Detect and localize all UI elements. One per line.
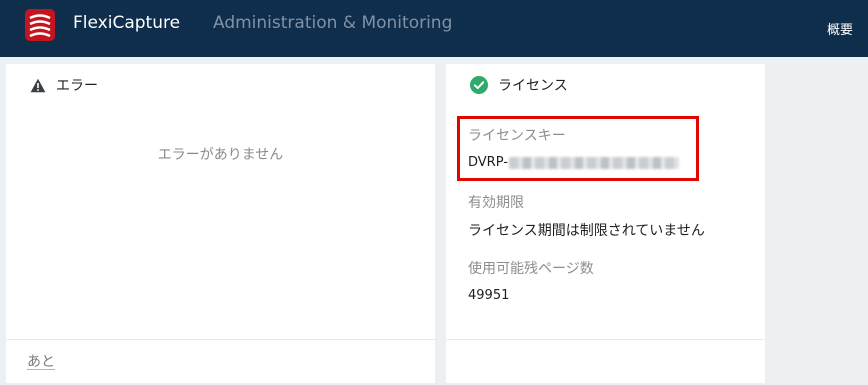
brand-name[interactable]: FlexiCapture (73, 13, 180, 33)
top-bar: FlexiCapture Administration & Monitoring… (0, 0, 868, 57)
no-errors-message: エラーがありません (157, 147, 284, 163)
check-circle-icon (470, 76, 488, 94)
license-card: ライセンス ライセンスキー DVRP- 有効期限 ライセンス期間は制限されていま… (446, 64, 765, 383)
flexicapture-logo-icon[interactable] (25, 9, 55, 41)
expiry-value: ライセンス期間は制限されていません (468, 223, 705, 239)
expiry-label: 有効期限 (468, 195, 524, 211)
license-key-value: DVRP- (468, 155, 679, 170)
card-divider (446, 339, 765, 340)
card-divider (6, 339, 435, 340)
errors-card: エラー エラーがありません あと (6, 64, 435, 383)
license-key-label: ライセンスキー (468, 128, 566, 144)
errors-card-title: エラー (56, 78, 98, 94)
license-card-header: ライセンス (470, 64, 568, 106)
app-subtitle: Administration & Monitoring (213, 13, 453, 33)
errors-card-header: エラー (30, 64, 98, 106)
license-card-title: ライセンス (498, 78, 568, 94)
license-key-prefix: DVRP- (468, 155, 508, 170)
remaining-pages-label: 使用可能残ページ数 (468, 261, 594, 277)
more-link[interactable]: あと (27, 351, 55, 371)
remaining-pages-value: 49951 (468, 288, 510, 303)
nav-overview-link[interactable]: 概要 (827, 19, 853, 38)
license-key-redacted (508, 156, 679, 169)
warning-icon (30, 78, 46, 92)
